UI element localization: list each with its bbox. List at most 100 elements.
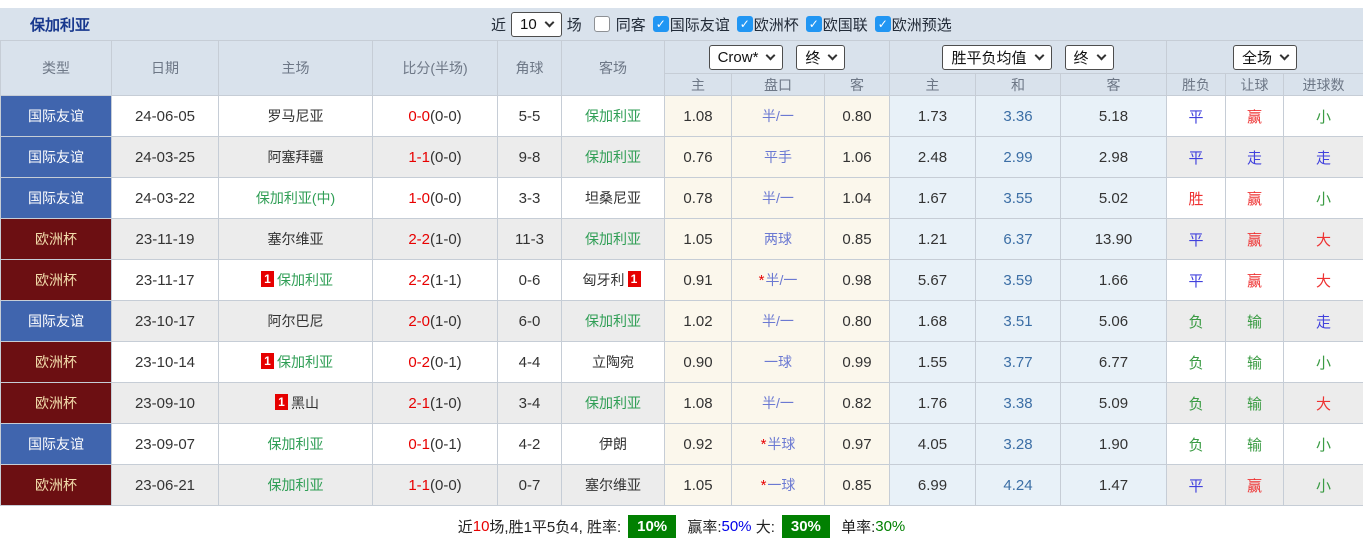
date-cell: 23-09-07 <box>112 424 219 465</box>
result-wdl-cell: 平 <box>1167 137 1226 178</box>
league-type-cell: 国际友谊 <box>1 424 112 465</box>
filter-toggle[interactable]: ✓欧国联 <box>806 14 868 35</box>
result-goals-value: 大 <box>1316 396 1331 413</box>
result-handicap-value: 赢 <box>1247 232 1262 249</box>
match-count-select[interactable]: 10 <box>511 12 562 37</box>
league-type-cell: 国际友谊 <box>1 96 112 137</box>
avg-odds-value: 胜平负均值 <box>951 47 1026 68</box>
halftime-score: (0-0) <box>430 108 462 125</box>
match-row: 欧洲杯23-11-19塞尔维亚2-2(1-0)11-3保加利亚1.05两球0.8… <box>1 219 1363 260</box>
avg-draw-odds-cell: 3.38 <box>976 383 1061 424</box>
result-wdl-cell: 负 <box>1167 383 1226 424</box>
summary-footer: 近10场,胜1平5负4, 胜率:10% 赢率:50% 大:30% 单率:30% <box>0 506 1363 546</box>
date-cell: 23-09-10 <box>112 383 219 424</box>
home-team-name: 保加利亚 <box>277 272 333 288</box>
result-wdl-value: 平 <box>1188 232 1203 249</box>
bookmaker-select-value: Crow* <box>718 49 759 66</box>
filter-toggle[interactable]: ✓欧洲预选 <box>875 14 952 35</box>
checkbox-checked-icon[interactable]: ✓ <box>806 16 822 32</box>
avg-away-odds-cell: 6.77 <box>1061 342 1167 383</box>
home-team-cell: 罗马尼亚 <box>219 96 373 137</box>
crow-home-odds-cell: 0.90 <box>665 342 732 383</box>
crow-handicap-cell: 半/一 <box>732 383 825 424</box>
chevron-down-icon <box>1280 50 1290 60</box>
home-team-cell: 阿塞拜疆 <box>219 137 373 178</box>
avg-draw-value: 3.51 <box>1003 313 1032 330</box>
filter-toggle[interactable]: ✓欧洲杯 <box>737 14 799 35</box>
subheader-avg-draw: 和 <box>976 74 1061 96</box>
avg-draw-value: 3.28 <box>1003 436 1032 453</box>
games-label: 场 <box>567 14 582 35</box>
league-type-cell: 欧洲杯 <box>1 260 112 301</box>
avg-draw-odds-cell: 3.28 <box>976 424 1061 465</box>
avg-draw-value: 3.77 <box>1003 354 1032 371</box>
crow-away-odds-cell: 0.85 <box>825 219 890 260</box>
summary-segment-badge-green: 10% <box>628 515 676 538</box>
bookmaker-time-value: 终 <box>805 47 820 68</box>
red-card-badge: 1 <box>628 271 641 287</box>
score-cell: 0-2(0-1) <box>373 342 498 383</box>
avg-odds-select[interactable]: 胜平负均值 <box>942 45 1051 70</box>
crow-home-odds-cell: 1.05 <box>665 219 732 260</box>
fulltime-score: 1-1 <box>408 477 430 494</box>
corners-cell: 3-4 <box>498 383 562 424</box>
subheader-result-handicap: 让球 <box>1226 74 1284 96</box>
league-type-cell: 国际友谊 <box>1 178 112 219</box>
result-goals-cell: 小 <box>1284 424 1363 465</box>
result-wdl-cell: 平 <box>1167 260 1226 301</box>
filter-label: 国际友谊 <box>670 14 730 35</box>
home-team-cell: 保加利亚 <box>219 465 373 506</box>
result-goals-cell: 大 <box>1284 383 1363 424</box>
avg-draw-odds-cell: 3.77 <box>976 342 1061 383</box>
crow-home-odds-cell: 1.02 <box>665 301 732 342</box>
match-row: 欧洲杯23-06-21保加利亚1-1(0-0)0-7塞尔维亚1.05*一球0.8… <box>1 465 1363 506</box>
avg-time-select[interactable]: 终 <box>1065 45 1114 70</box>
bookmaker-select[interactable]: Crow* <box>709 45 784 70</box>
away-team-name: 立陶宛 <box>592 354 634 370</box>
avg-home-odds-cell: 1.67 <box>890 178 976 219</box>
match-stats-page: 保加利亚 近 10 场 同客✓国际友谊✓欧洲杯✓欧国联✓欧洲预选 类型 日期 主… <box>0 8 1363 546</box>
result-handicap-value: 赢 <box>1247 478 1262 495</box>
checkbox-checked-icon[interactable]: ✓ <box>875 16 891 32</box>
scope-select[interactable]: 全场 <box>1233 45 1297 70</box>
result-wdl-value: 负 <box>1188 437 1203 454</box>
away-team-cell: 保加利亚 <box>562 301 665 342</box>
result-goals-value: 小 <box>1316 355 1331 372</box>
summary-segment-dark: 近 <box>458 516 473 537</box>
crow-away-odds-cell: 0.99 <box>825 342 890 383</box>
result-goals-value: 小 <box>1316 437 1331 454</box>
score-cell: 1-0(0-0) <box>373 178 498 219</box>
match-row: 欧洲杯23-10-141保加利亚0-2(0-1)4-4立陶宛0.90一球0.99… <box>1 342 1363 383</box>
home-team-name: 黑山 <box>291 395 319 411</box>
away-team-name: 保加利亚 <box>585 149 641 165</box>
away-team-name: 匈牙利 <box>583 272 625 288</box>
checkbox-checked-icon[interactable]: ✓ <box>737 16 753 32</box>
away-team-cell: 立陶宛 <box>562 342 665 383</box>
chevron-down-icon <box>828 50 838 60</box>
home-team-cell: 1保加利亚 <box>219 260 373 301</box>
crow-home-odds-cell: 0.92 <box>665 424 732 465</box>
fulltime-score: 2-2 <box>408 272 430 289</box>
checkbox-checked-icon[interactable]: ✓ <box>653 16 669 32</box>
avg-draw-odds-cell: 3.51 <box>976 301 1061 342</box>
avg-draw-odds-cell: 3.59 <box>976 260 1061 301</box>
crow-home-odds-cell: 0.78 <box>665 178 732 219</box>
result-goals-cell: 走 <box>1284 137 1363 178</box>
bookmaker-time-select[interactable]: 终 <box>796 45 845 70</box>
red-card-badge: 1 <box>261 353 274 369</box>
avg-home-odds-cell: 6.99 <box>890 465 976 506</box>
filter-toggle[interactable]: ✓国际友谊 <box>653 14 730 35</box>
subheader-result-wdl: 胜负 <box>1167 74 1226 96</box>
crow-home-odds-cell: 1.05 <box>665 465 732 506</box>
summary-segment-green: 30% <box>875 518 905 535</box>
handicap-value: 一球 <box>767 477 795 493</box>
match-row: 欧洲杯23-09-101黑山2-1(1-0)3-4保加利亚1.08半/一0.82… <box>1 383 1363 424</box>
filter-toggle[interactable]: 同客 <box>594 14 646 35</box>
checkbox-unchecked-icon[interactable] <box>594 16 610 32</box>
league-type-cell: 欧洲杯 <box>1 342 112 383</box>
live-star-icon: * <box>761 436 767 453</box>
result-wdl-cell: 平 <box>1167 96 1226 137</box>
score-cell: 2-1(1-0) <box>373 383 498 424</box>
result-goals-value: 小 <box>1316 191 1331 208</box>
avg-home-odds-cell: 1.55 <box>890 342 976 383</box>
